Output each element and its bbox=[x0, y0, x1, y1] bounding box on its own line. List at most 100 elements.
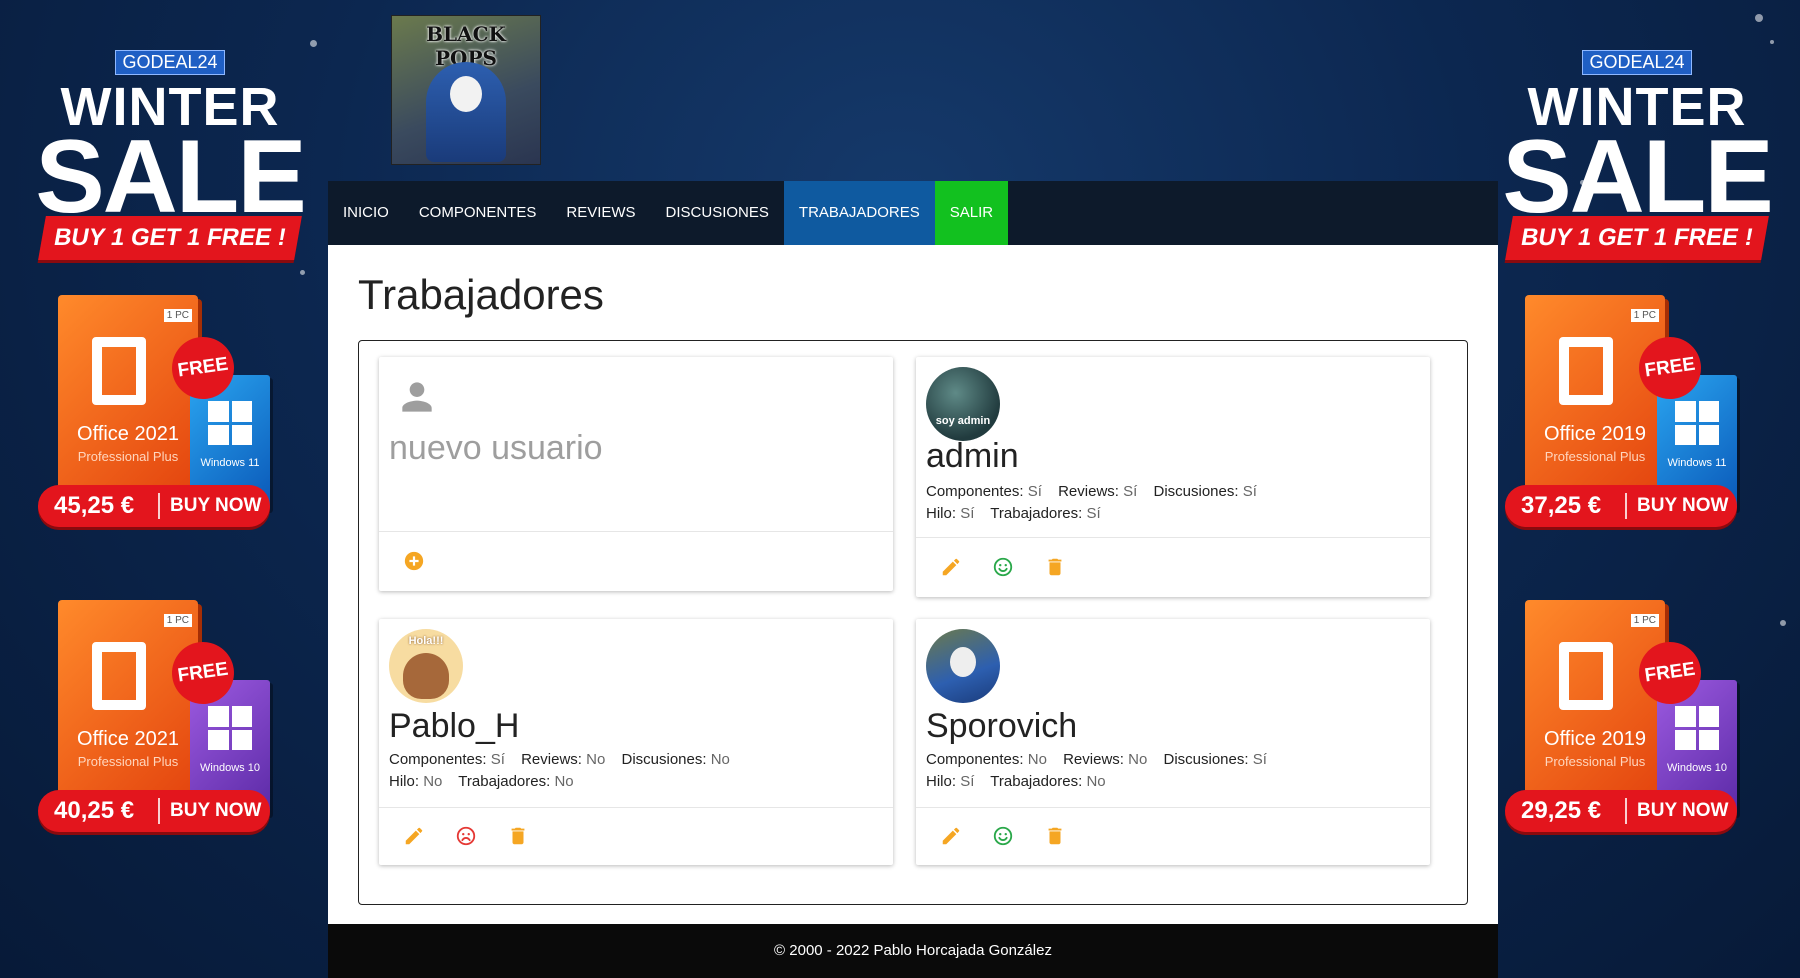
user-permissions: Componentes: Sí Reviews: No Discusiones:… bbox=[389, 749, 742, 793]
office-product-name: Office 2019 bbox=[1544, 728, 1646, 750]
buy-now-button[interactable]: 29,25 € BUY NOW bbox=[1505, 790, 1737, 832]
perm-label: Componentes: bbox=[389, 751, 487, 768]
separator bbox=[1625, 493, 1627, 519]
delete-button[interactable] bbox=[1044, 825, 1066, 847]
avatar-caption: soy admin bbox=[935, 415, 991, 427]
card-actions bbox=[940, 552, 1066, 582]
ad-deal[interactable]: 1 PC Office 2019 Professional Plus Windo… bbox=[1505, 600, 1769, 860]
card-actions bbox=[940, 821, 1066, 851]
avatar-caption: Hola!!! bbox=[408, 635, 444, 647]
nav-discusiones[interactable]: DISCUSIONES bbox=[651, 181, 784, 245]
windows-logo-icon bbox=[1675, 401, 1719, 445]
ad-deal[interactable]: 1 PC Office 2021 Professional Plus Windo… bbox=[38, 295, 302, 555]
edit-button[interactable] bbox=[940, 825, 962, 847]
ad-deal[interactable]: 1 PC Office 2019 Professional Plus Windo… bbox=[1505, 295, 1769, 555]
main-navbar: INICIO COMPONENTES REVIEWS DISCUSIONES T… bbox=[328, 181, 1498, 245]
add-user-button[interactable] bbox=[403, 550, 425, 572]
buy-now-button[interactable]: 37,25 € BUY NOW bbox=[1505, 485, 1737, 527]
main-content: Trabajadores nuevo usuario soy admin adm… bbox=[328, 245, 1498, 924]
buy-now-button[interactable]: 45,25 € BUY NOW bbox=[38, 485, 270, 527]
office-product-name: Office 2019 bbox=[1544, 423, 1646, 445]
card-divider bbox=[916, 537, 1430, 538]
user-avatar[interactable]: soy admin bbox=[926, 367, 1000, 441]
right-ad-banner[interactable]: GODEAL24 WINTER SALE BUY 1 GET 1 FREE ! … bbox=[1487, 40, 1787, 870]
ad-deal[interactable]: 1 PC Office 2021 Professional Plus Windo… bbox=[38, 600, 302, 860]
office-box: 1 PC Office 2021 Professional Plus bbox=[58, 295, 198, 505]
perm-reviews: No bbox=[1128, 751, 1148, 768]
new-user-label: nuevo usuario bbox=[389, 429, 603, 467]
separator bbox=[158, 798, 160, 824]
windows-product-name: Windows 10 bbox=[200, 762, 260, 774]
ad-brand-label: GODEAL24 bbox=[115, 50, 225, 75]
office-logo-icon bbox=[92, 337, 146, 405]
smile-icon bbox=[993, 557, 1013, 577]
perm-trabajadores: No bbox=[554, 773, 574, 790]
toggle-status-button[interactable] bbox=[455, 825, 477, 847]
perm-label: Discusiones: bbox=[621, 751, 707, 768]
toggle-status-button[interactable] bbox=[992, 825, 1014, 847]
toggle-status-button[interactable] bbox=[992, 556, 1014, 578]
ad-promo-ribbon: BUY 1 GET 1 FREE ! bbox=[1505, 216, 1769, 260]
office-box: 1 PC Office 2019 Professional Plus bbox=[1525, 295, 1665, 505]
ad-brand: GODEAL24 bbox=[1487, 50, 1787, 75]
buy-now-label: BUY NOW bbox=[1637, 495, 1729, 516]
pc-tag: 1 PC bbox=[1630, 614, 1659, 627]
windows-product-name: Windows 11 bbox=[200, 457, 260, 469]
separator bbox=[1625, 798, 1627, 824]
card-divider bbox=[379, 807, 893, 808]
windows-product-name: Windows 10 bbox=[1667, 762, 1727, 774]
frown-icon bbox=[456, 826, 476, 846]
pencil-icon bbox=[942, 558, 960, 576]
pencil-icon bbox=[942, 827, 960, 845]
office-edition: Professional Plus bbox=[1544, 754, 1646, 769]
user-avatar[interactable]: Hola!!! bbox=[389, 629, 463, 703]
ad-price: 40,25 € bbox=[54, 797, 135, 824]
perm-discusiones: No bbox=[710, 751, 730, 768]
office-edition: Professional Plus bbox=[1544, 449, 1646, 464]
nav-salir[interactable]: SALIR bbox=[934, 181, 1009, 245]
nav-trabajadores[interactable]: TRABAJADORES bbox=[783, 181, 935, 245]
site-logo[interactable]: BLACK POPS bbox=[392, 16, 540, 164]
user-permissions: Componentes: No Reviews: No Discusiones:… bbox=[926, 749, 1279, 793]
office-box: 1 PC Office 2021 Professional Plus bbox=[58, 600, 198, 810]
user-name: Pablo_H bbox=[389, 707, 520, 745]
nav-reviews[interactable]: REVIEWS bbox=[551, 181, 650, 245]
edit-button[interactable] bbox=[940, 556, 962, 578]
office-box: 1 PC Office 2019 Professional Plus bbox=[1525, 600, 1665, 810]
perm-label: Reviews: bbox=[1058, 483, 1119, 500]
delete-button[interactable] bbox=[1044, 556, 1066, 578]
left-ad-banner[interactable]: GODEAL24 WINTER SALE BUY 1 GET 1 FREE ! … bbox=[20, 40, 320, 870]
pencil-icon bbox=[405, 827, 423, 845]
delete-button[interactable] bbox=[507, 825, 529, 847]
office-edition: Professional Plus bbox=[77, 449, 179, 464]
nav-componentes[interactable]: COMPONENTES bbox=[404, 181, 552, 245]
bear-figure bbox=[403, 653, 449, 699]
ad-promo-ribbon: BUY 1 GET 1 FREE ! bbox=[38, 216, 302, 260]
person-icon bbox=[395, 375, 439, 424]
perm-label: Reviews: bbox=[521, 751, 582, 768]
edit-button[interactable] bbox=[403, 825, 425, 847]
user-permissions: Componentes: Sí Reviews: Sí Discusiones:… bbox=[926, 481, 1269, 525]
ad-brand-label: GODEAL24 bbox=[1582, 50, 1692, 75]
ad-price: 37,25 € bbox=[1521, 492, 1602, 519]
office-logo-icon bbox=[1559, 337, 1613, 405]
trash-icon bbox=[511, 827, 525, 845]
workers-container: nuevo usuario soy admin admin Componente… bbox=[358, 340, 1468, 905]
perm-label: Hilo: bbox=[926, 505, 957, 522]
perm-componentes: No bbox=[1027, 751, 1047, 768]
user-avatar[interactable] bbox=[926, 629, 1000, 703]
buy-now-button[interactable]: 40,25 € BUY NOW bbox=[38, 790, 270, 832]
nav-inicio[interactable]: INICIO bbox=[328, 181, 404, 245]
trash-icon bbox=[1048, 827, 1062, 845]
add-circle-icon bbox=[404, 551, 424, 571]
card-actions bbox=[403, 821, 529, 851]
pc-tag: 1 PC bbox=[1630, 309, 1659, 322]
user-card: Sporovich Componentes: No Reviews: No Di… bbox=[916, 619, 1430, 865]
buy-now-label: BUY NOW bbox=[170, 800, 262, 821]
perm-label: Componentes: bbox=[926, 483, 1024, 500]
office-edition: Professional Plus bbox=[77, 754, 179, 769]
perm-reviews: Sí bbox=[1123, 483, 1138, 500]
trash-icon bbox=[1048, 558, 1062, 576]
buy-now-label: BUY NOW bbox=[170, 495, 262, 516]
windows-product-name: Windows 11 bbox=[1667, 457, 1727, 469]
